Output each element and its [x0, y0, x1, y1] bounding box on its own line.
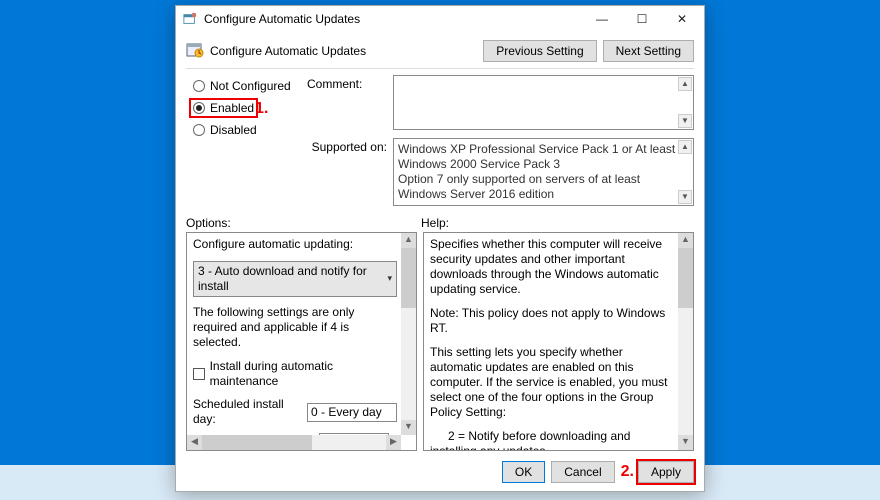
config-updating-value: 3 - Auto download and notify for install [198, 264, 387, 294]
titlebar[interactable]: Configure Automatic Updates — ☐ ✕ [176, 6, 704, 32]
callout-2: 2. [621, 463, 634, 481]
help-text: 2 = Notify before downloading and instal… [430, 429, 674, 450]
cancel-button[interactable]: Cancel [551, 461, 614, 483]
radio-disabled[interactable]: Disabled [193, 123, 293, 137]
config-updating-label: Configure automatic updating: [193, 237, 397, 252]
policy-icon [186, 41, 204, 62]
dialog-footer: OK Cancel 2. Apply [176, 455, 704, 491]
comment-label: Comment: [307, 75, 387, 91]
radio-enabled[interactable]: Enabled [193, 101, 254, 115]
radio-not-configured[interactable]: Not Configured [193, 79, 293, 93]
install-day-label: Scheduled install day: [193, 397, 301, 427]
callout-1: 1. [255, 100, 268, 118]
next-setting-button[interactable]: Next Setting [603, 40, 694, 62]
chevron-down-icon: ▾ [387, 273, 392, 284]
highlight-enabled: Enabled [189, 98, 258, 118]
supported-text: Windows XP Professional Service Pack 1 o… [398, 142, 675, 201]
comment-textarea[interactable]: ▲▼ [393, 75, 694, 130]
radio-label: Not Configured [210, 79, 291, 93]
help-text: Specifies whether this computer will rec… [430, 237, 674, 297]
subheader: Configure Automatic Updates Previous Set… [176, 32, 704, 68]
maintenance-checkbox[interactable]: Install during automatic maintenance [193, 359, 397, 389]
supported-box: Windows XP Professional Service Pack 1 o… [393, 138, 694, 206]
radio-label: Enabled [210, 101, 254, 115]
supported-label: Supported on: [307, 138, 387, 154]
help-text: Note: This policy does not apply to Wind… [430, 306, 674, 336]
options-hscrollbar[interactable]: ◀▶ [187, 435, 401, 450]
install-day-select[interactable]: 0 - Every day [307, 403, 397, 422]
window-title: Configure Automatic Updates [204, 12, 582, 26]
window-icon [182, 11, 198, 27]
radio-label: Disabled [210, 123, 257, 137]
help-vscrollbar[interactable]: ▲▼ [678, 233, 693, 450]
options-label: Options: [186, 216, 421, 230]
options-vscrollbar[interactable]: ▲▼ [401, 233, 416, 435]
help-text: This setting lets you specify whether au… [430, 345, 674, 420]
apply-button[interactable]: Apply [638, 461, 694, 483]
subheader-title: Configure Automatic Updates [210, 44, 366, 58]
previous-setting-button[interactable]: Previous Setting [483, 40, 596, 62]
config-updating-select[interactable]: 3 - Auto download and notify for install… [193, 261, 397, 297]
maintenance-label: Install during automatic maintenance [210, 359, 397, 389]
minimize-button[interactable]: — [582, 6, 622, 32]
close-button[interactable]: ✕ [662, 6, 702, 32]
scrollbar-thumb[interactable] [401, 248, 416, 308]
maximize-button[interactable]: ☐ [622, 6, 662, 32]
options-pane: Configure automatic updating: 3 - Auto d… [186, 232, 417, 451]
scrollbar-thumb[interactable] [202, 435, 312, 450]
scrollbar-thumb[interactable] [678, 248, 693, 308]
options-note-1: The following settings are only required… [193, 305, 397, 350]
supported-scrollbar[interactable]: ▲▼ [678, 140, 692, 204]
help-pane: Specifies whether this computer will rec… [423, 232, 694, 451]
highlight-apply: Apply [636, 459, 696, 485]
install-day-value: 0 - Every day [311, 405, 382, 420]
dialog-configure-automatic-updates: Configure Automatic Updates — ☐ ✕ Config… [175, 5, 705, 492]
ok-button[interactable]: OK [502, 461, 545, 483]
help-label: Help: [421, 216, 449, 230]
comment-scrollbar[interactable]: ▲▼ [678, 77, 692, 128]
